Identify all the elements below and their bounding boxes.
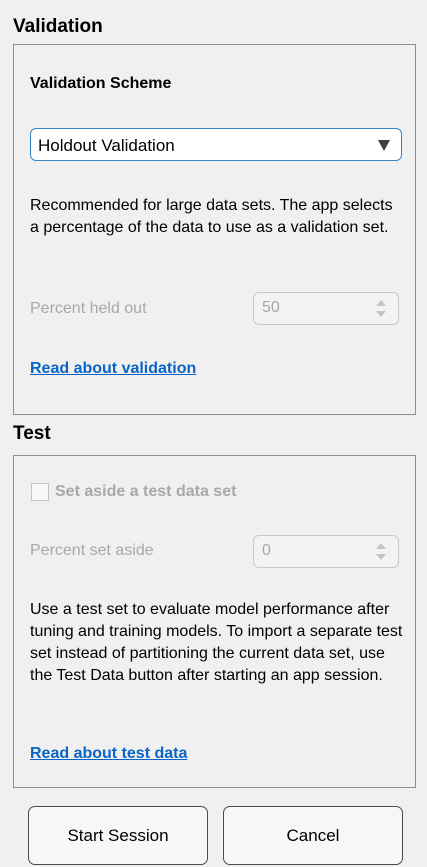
spinner-down-icon[interactable] bbox=[376, 311, 386, 317]
test-set-checkbox[interactable] bbox=[31, 483, 49, 501]
read-about-validation-link[interactable]: Read about validation bbox=[30, 360, 196, 378]
validation-scheme-value: Holdout Validation bbox=[38, 136, 175, 155]
percent-set-aside-label: Percent set aside bbox=[30, 542, 154, 559]
spinner-up-icon[interactable] bbox=[376, 543, 386, 549]
percent-set-aside-value: 0 bbox=[262, 542, 271, 559]
read-about-test-data-link[interactable]: Read about test data bbox=[30, 745, 187, 763]
validation-scheme-label: Validation Scheme bbox=[30, 75, 172, 92]
percent-held-out-value: 50 bbox=[262, 299, 280, 316]
test-panel: Set aside a test data set Percent set as… bbox=[13, 455, 416, 788]
validation-description: Recommended for large data sets. The app… bbox=[30, 197, 393, 236]
test-description: Use a test set to evaluate model perform… bbox=[30, 601, 403, 684]
test-set-checkbox-label[interactable]: Set aside a test data set bbox=[55, 483, 236, 501]
validation-scheme-dropdown[interactable]: Holdout Validation bbox=[30, 128, 402, 161]
test-section-title: Test bbox=[13, 423, 51, 444]
spinner-up-icon[interactable] bbox=[376, 300, 386, 306]
percent-held-out-spinner[interactable]: 50 bbox=[253, 292, 399, 325]
validation-section-title: Validation bbox=[13, 16, 103, 37]
percent-held-out-label: Percent held out bbox=[30, 300, 147, 317]
spinner-down-icon[interactable] bbox=[376, 554, 386, 560]
percent-set-aside-spinner[interactable]: 0 bbox=[253, 535, 399, 568]
chevron-down-icon bbox=[378, 140, 390, 151]
start-session-button[interactable]: Start Session bbox=[28, 806, 208, 865]
validation-panel: Validation Scheme Holdout Validation Rec… bbox=[13, 44, 416, 415]
cancel-button[interactable]: Cancel bbox=[223, 806, 403, 865]
